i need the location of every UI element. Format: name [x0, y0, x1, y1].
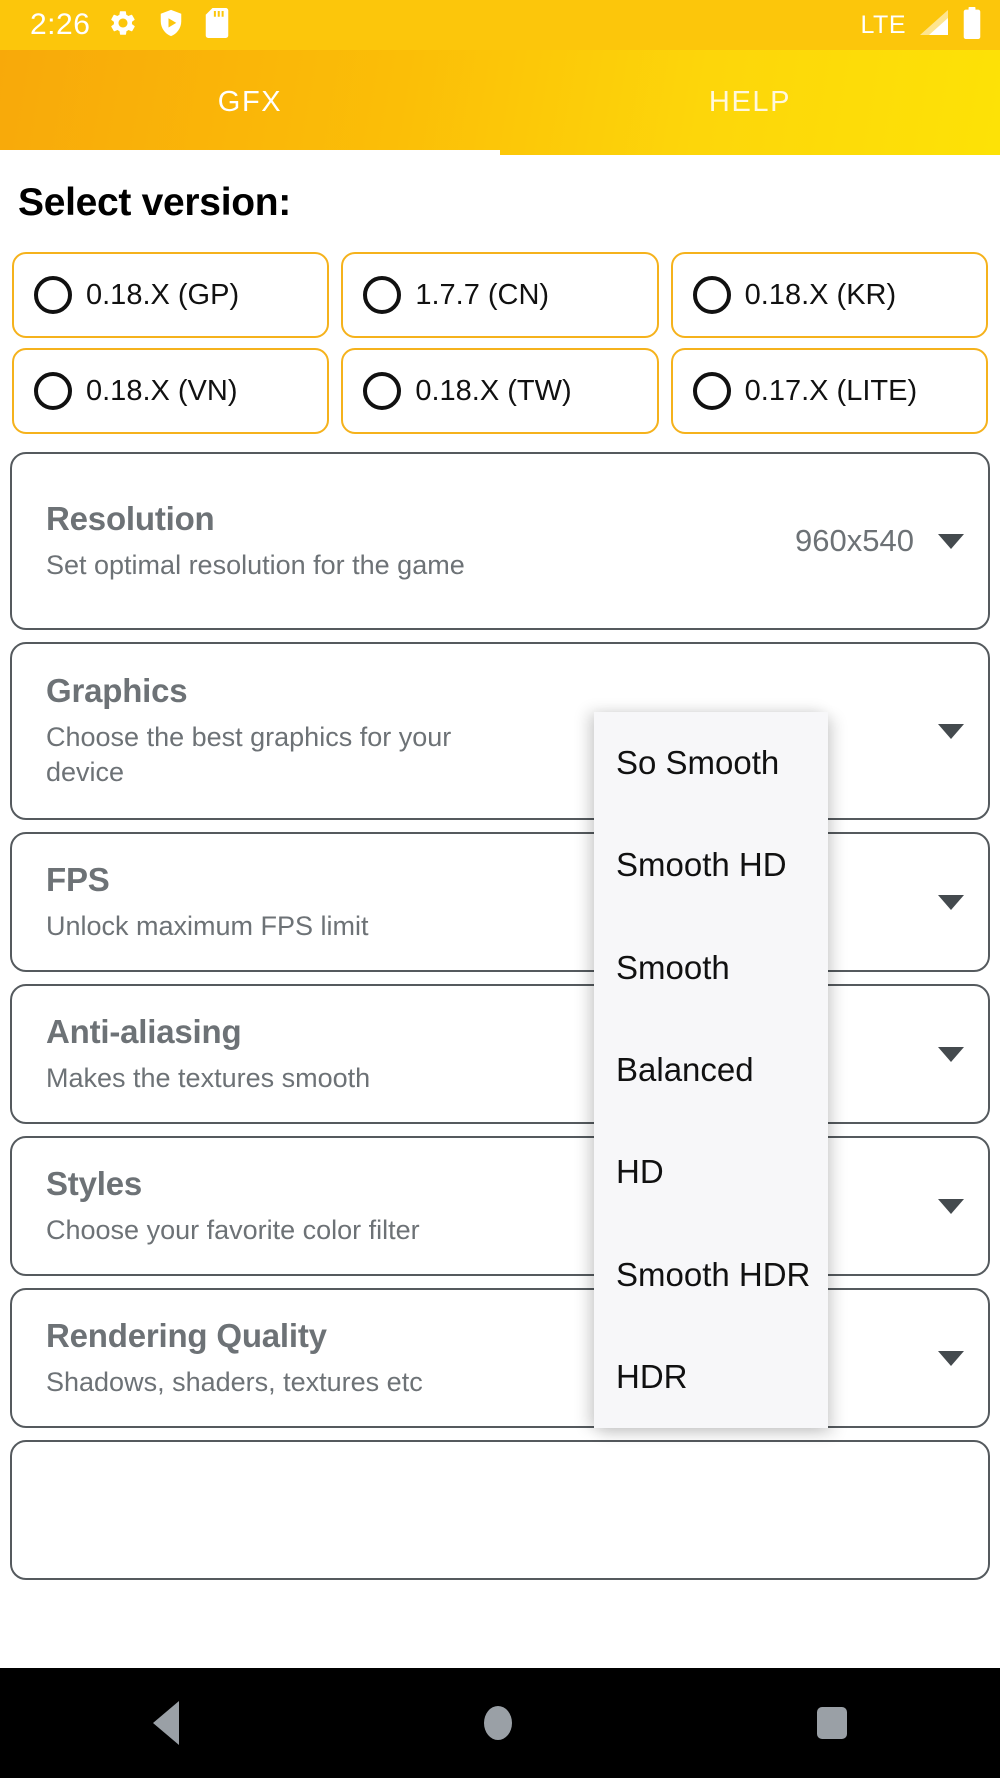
settings-card-list: Resolution Set optimal resolution for th… — [10, 452, 990, 1592]
dropdown-option-so-smooth[interactable]: So Smooth — [594, 712, 828, 814]
version-option-label: 0.18.X (TW) — [415, 374, 572, 407]
radio-icon[interactable] — [692, 276, 731, 314]
radio-icon[interactable] — [363, 372, 402, 410]
network-type-label: LTE — [860, 10, 906, 39]
battery-icon — [962, 6, 982, 44]
page-title: Select version: — [18, 181, 291, 224]
setting-card-subtitle: Set optimal resolution for the game — [46, 549, 465, 580]
graphics-options-dropdown[interactable]: So Smooth Smooth HD Smooth Balanced HD S… — [594, 712, 828, 1428]
chevron-down-icon[interactable] — [938, 1198, 964, 1214]
tab-bar: GFX HELP — [0, 50, 1000, 155]
setting-card-subtitle: Choose your favorite color filter — [46, 1214, 420, 1245]
status-bar: 2:26 LTE — [0, 0, 1000, 50]
setting-card-title: Resolution — [46, 499, 215, 537]
tab-help[interactable]: HELP — [500, 50, 1000, 155]
version-option-label: 0.18.X (GP) — [86, 278, 240, 311]
version-option-vn[interactable]: 0.18.X (VN) — [12, 348, 330, 434]
setting-card-anti-aliasing[interactable]: Anti-aliasing Makes the textures smooth — [10, 984, 990, 1124]
setting-card-rendering-quality[interactable]: Rendering Quality Shadows, shaders, text… — [10, 1288, 990, 1428]
version-option-label: 1.7.7 (CN) — [415, 278, 550, 311]
setting-card-dropdown[interactable] — [914, 1350, 964, 1366]
version-option-label: 0.18.X (KR) — [744, 278, 897, 311]
back-button-icon[interactable] — [152, 1701, 179, 1745]
setting-card-subtitle: Choose the best graphics for your device — [46, 722, 452, 787]
dropdown-option-balanced[interactable]: Balanced — [594, 1019, 828, 1121]
version-option-label: 0.17.X (LITE) — [744, 374, 918, 407]
setting-card-subtitle: Shadows, shaders, textures etc — [46, 1366, 423, 1397]
signal-icon — [918, 9, 950, 42]
version-option-kr[interactable]: 0.18.X (KR) — [670, 252, 988, 338]
status-bar-left: 2:26 — [30, 7, 230, 43]
home-button-icon[interactable] — [483, 1706, 512, 1740]
dropdown-option-smooth[interactable]: Smooth — [594, 917, 828, 1019]
recents-button-icon[interactable] — [817, 1707, 848, 1739]
version-option-gp[interactable]: 0.18.X (GP) — [12, 252, 330, 338]
setting-card-graphics[interactable]: Graphics Choose the best graphics for yo… — [10, 642, 990, 820]
radio-icon[interactable] — [34, 372, 72, 410]
chevron-down-icon[interactable] — [938, 533, 964, 549]
radio-icon[interactable] — [34, 276, 72, 314]
tab-gfx[interactable]: GFX — [0, 50, 500, 155]
dropdown-option-smooth-hdr[interactable]: Smooth HDR — [594, 1223, 828, 1325]
setting-card-dropdown[interactable] — [914, 894, 964, 910]
version-option-tw[interactable]: 0.18.X (TW) — [341, 348, 659, 434]
sd-card-icon — [204, 7, 230, 43]
setting-card-title: Graphics — [46, 672, 188, 710]
setting-card-resolution[interactable]: Resolution Set optimal resolution for th… — [10, 452, 990, 630]
radio-icon[interactable] — [692, 372, 731, 410]
setting-card-texts: Resolution Set optimal resolution for th… — [46, 500, 783, 583]
version-option-cn[interactable]: 1.7.7 (CN) — [341, 252, 659, 338]
setting-card-styles[interactable]: Styles Choose your favorite color filter — [10, 1136, 990, 1276]
setting-card-fps[interactable]: FPS Unlock maximum FPS limit — [10, 832, 990, 972]
version-selector-group: 0.18.X (GP) 1.7.7 (CN) 0.18.X (KR) 0.18.… — [12, 252, 988, 434]
dropdown-option-hd[interactable]: HD — [594, 1121, 828, 1223]
setting-card-value: 960x540 — [795, 523, 914, 558]
tab-gfx-label: GFX — [217, 86, 283, 118]
version-option-lite[interactable]: 0.17.X (LITE) — [670, 348, 988, 434]
chevron-down-icon[interactable] — [938, 894, 964, 910]
version-option-label: 0.18.X (VN) — [86, 374, 238, 407]
gear-icon — [108, 8, 138, 43]
setting-card-subtitle: Makes the textures smooth — [46, 1062, 371, 1093]
setting-card-dropdown[interactable] — [914, 723, 964, 739]
dropdown-option-smooth-hd[interactable]: Smooth HD — [594, 814, 828, 916]
radio-icon[interactable] — [363, 276, 402, 314]
setting-card-dropdown[interactable] — [914, 1046, 964, 1062]
dropdown-option-hdr[interactable]: HDR — [594, 1326, 828, 1428]
tab-help-label: HELP — [708, 86, 792, 118]
setting-card-partial[interactable] — [10, 1440, 990, 1580]
status-time: 2:26 — [30, 8, 91, 41]
setting-card-dropdown[interactable]: 960x540 — [795, 523, 964, 559]
android-navigation-bar — [0, 1668, 1000, 1778]
chevron-down-icon[interactable] — [938, 1046, 964, 1062]
play-protect-shield-icon — [156, 8, 186, 43]
main-content: Select version: 0.18.X (GP) 1.7.7 (CN) 0… — [0, 155, 1000, 1678]
setting-card-subtitle: Unlock maximum FPS limit — [46, 910, 369, 941]
chevron-down-icon[interactable] — [938, 1350, 964, 1366]
status-bar-right: LTE — [860, 6, 983, 44]
setting-card-dropdown[interactable] — [914, 1198, 964, 1214]
chevron-down-icon[interactable] — [938, 723, 964, 739]
